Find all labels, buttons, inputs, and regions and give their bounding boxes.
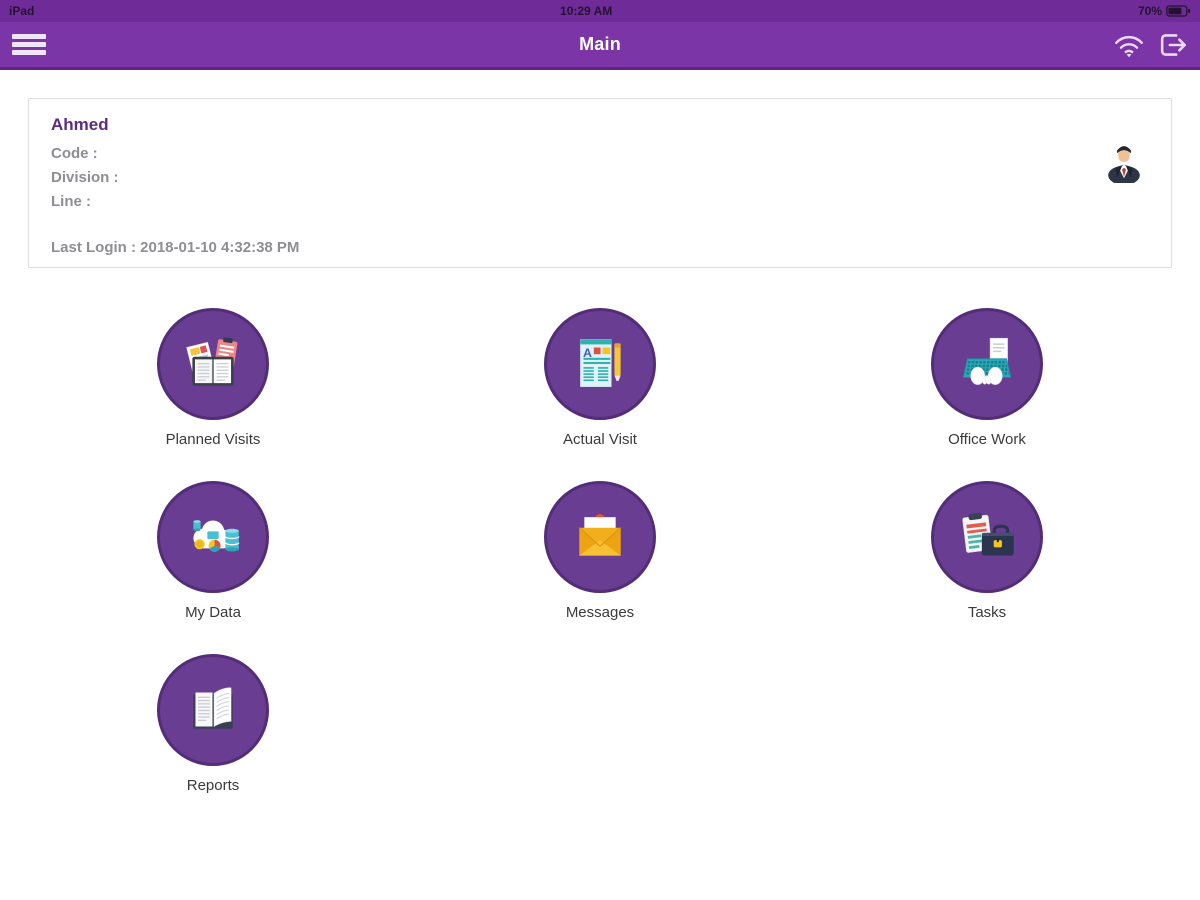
battery-icon bbox=[1166, 5, 1191, 17]
user-code-label: Code : bbox=[51, 145, 98, 162]
menu-item-planned-visits[interactable]: Planned Visits bbox=[20, 308, 407, 448]
menu-item-actual-visit[interactable]: A Actual Visit bbox=[407, 308, 794, 448]
menu-item-label: Office Work bbox=[948, 431, 1026, 448]
user-info-card: Ahmed Code : Division : Line : Last Logi… bbox=[28, 98, 1172, 268]
my-data-icon bbox=[157, 481, 269, 593]
menu-item-label: Messages bbox=[565, 604, 635, 621]
menu-item-label: Planned Visits bbox=[165, 431, 261, 448]
messages-icon bbox=[544, 481, 656, 593]
menu-item-label: Reports bbox=[186, 777, 240, 794]
menu-item-messages[interactable]: Messages bbox=[407, 481, 794, 621]
wifi-icon[interactable] bbox=[1112, 31, 1146, 59]
menu-item-tasks[interactable]: Tasks bbox=[794, 481, 1181, 621]
menu-item-reports[interactable]: Reports bbox=[20, 654, 407, 794]
user-name: Ahmed bbox=[51, 115, 109, 134]
device-name: iPad bbox=[9, 4, 35, 18]
office-work-icon bbox=[931, 308, 1043, 420]
menu-icon[interactable] bbox=[12, 30, 50, 60]
battery-percent: 70% bbox=[1137, 4, 1162, 18]
reports-icon bbox=[157, 654, 269, 766]
menu-item-office-work[interactable]: Office Work bbox=[794, 308, 1181, 448]
last-login-text: Last Login : 2018-01-10 4:32:38 PM bbox=[51, 239, 300, 256]
logout-icon[interactable] bbox=[1156, 30, 1190, 60]
actual-visit-icon: A bbox=[544, 308, 656, 420]
businessman-avatar bbox=[1108, 146, 1140, 183]
main-menu: Planned Visits A Actual Visit Office Wor… bbox=[20, 308, 1181, 794]
user-division-label: Division : bbox=[51, 169, 119, 186]
menu-item-label: Tasks bbox=[967, 604, 1007, 621]
status-time: 10:29 AM bbox=[560, 4, 613, 18]
tasks-icon bbox=[931, 481, 1043, 593]
menu-item-my-data[interactable]: My Data bbox=[20, 481, 407, 621]
planned-visits-icon bbox=[157, 308, 269, 420]
nav-bar: Main bbox=[0, 22, 1200, 70]
svg-text:A: A bbox=[583, 346, 592, 360]
status-bar: iPad 10:29 AM 70% bbox=[0, 0, 1200, 22]
menu-item-label: Actual Visit bbox=[563, 431, 637, 448]
menu-item-label: My Data bbox=[185, 604, 241, 621]
user-line-label: Line : bbox=[51, 193, 91, 210]
page-title: Main bbox=[579, 34, 621, 54]
